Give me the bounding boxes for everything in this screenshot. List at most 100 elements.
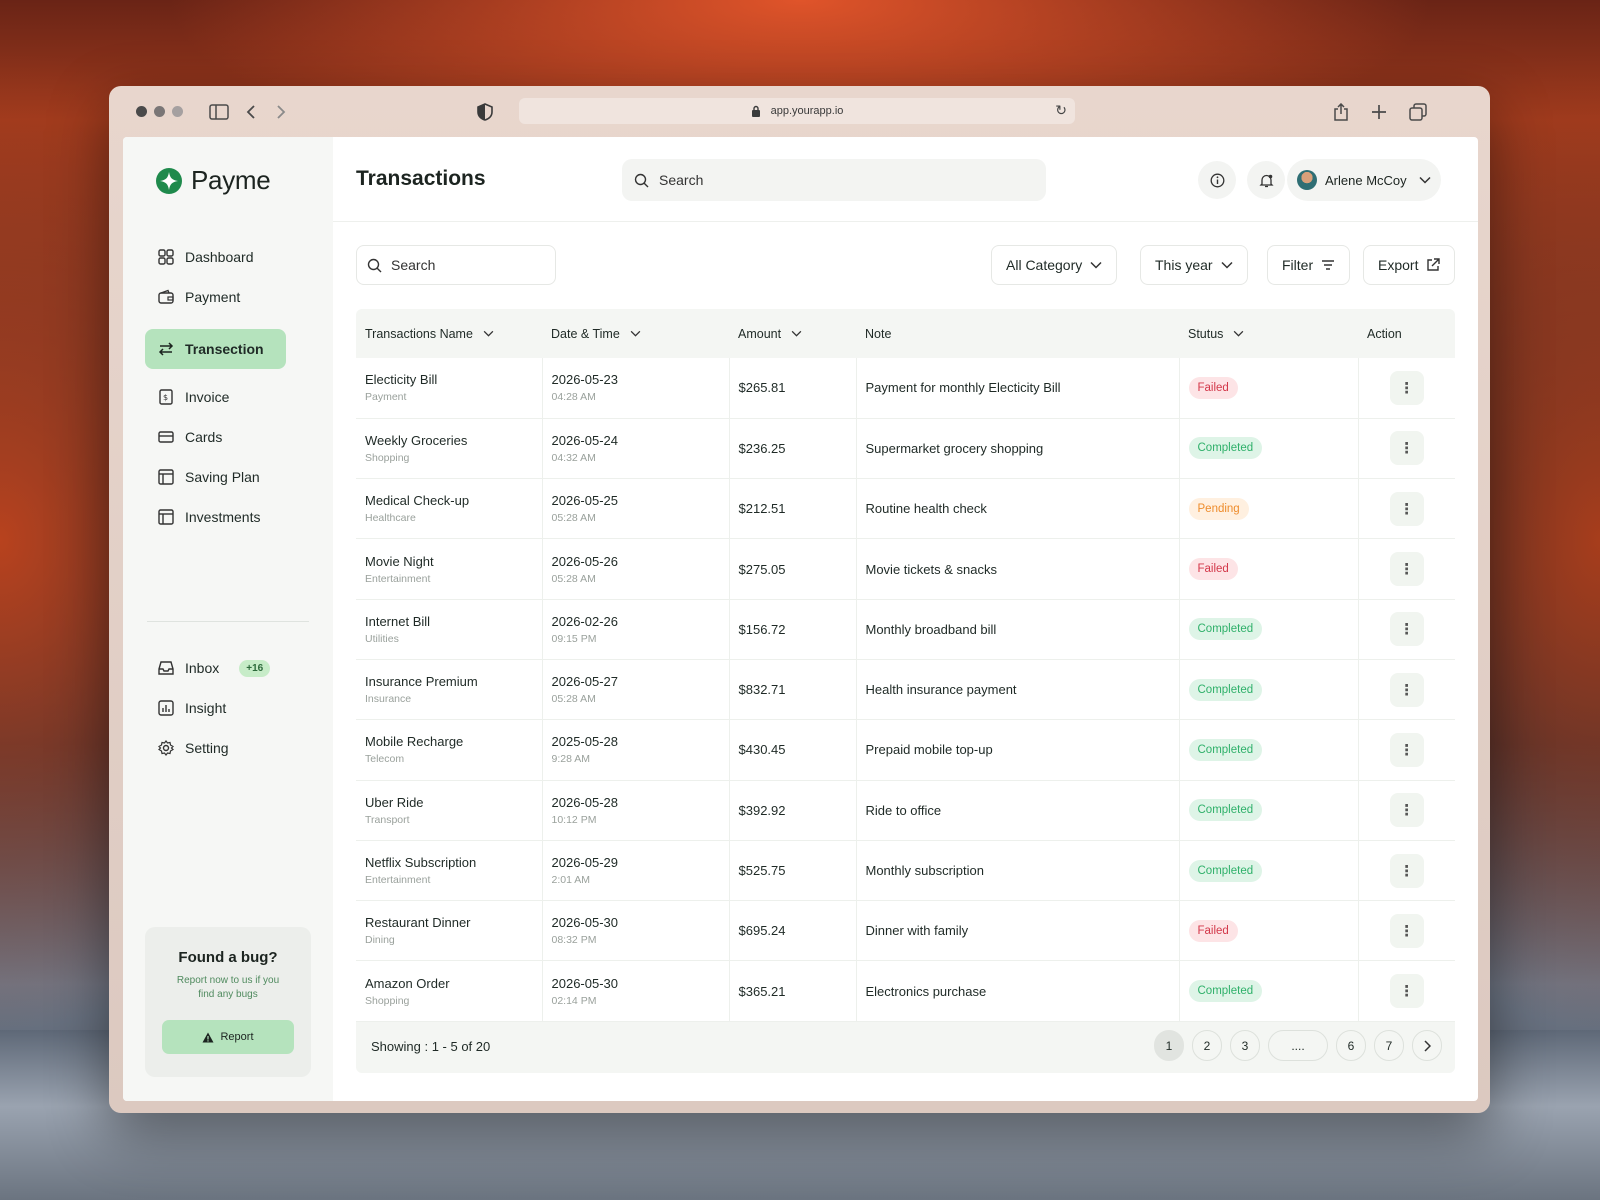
transaction-note: Supermarket grocery shopping xyxy=(865,440,1044,456)
user-menu[interactable]: Arlene McCoy xyxy=(1287,159,1441,201)
cell-transaction-name: Amazon Order Shopping xyxy=(356,960,543,1022)
status-badge: Failed xyxy=(1188,376,1238,399)
cell-transaction-name: Uber Ride Transport xyxy=(356,780,543,841)
sidebar-item-label: Transection xyxy=(185,341,264,357)
maximize-window-dot[interactable] xyxy=(172,106,183,117)
sidebar-item-cards[interactable]: Cards xyxy=(145,417,315,457)
info-button[interactable] xyxy=(1198,161,1236,199)
transaction-category: Utilities xyxy=(365,632,399,645)
arrows-swap-icon xyxy=(157,340,175,358)
table-header-row: Transactions Name Date & Time Amount Not… xyxy=(356,309,1455,358)
sidebar-item-saving-plan[interactable]: Saving Plan xyxy=(145,457,315,497)
more-actions-button[interactable]: ⋮ xyxy=(1389,732,1424,767)
page-button[interactable]: 1 xyxy=(1154,1030,1184,1061)
table-row[interactable]: Insurance Premium Insurance 2026-05-27 05:2… xyxy=(356,659,1455,721)
column-header-date[interactable]: Date & Time xyxy=(542,309,729,358)
table-row[interactable]: Mobile Recharge Telecom 2025-05-28 9:28 AM $… xyxy=(356,719,1455,781)
sidebar-item-dashboard[interactable]: Dashboard xyxy=(145,237,315,277)
export-label: Export xyxy=(1378,257,1419,273)
more-actions-button[interactable]: ⋮ xyxy=(1389,913,1424,948)
sidebar-item-insight[interactable]: Insight xyxy=(145,688,315,728)
table-row[interactable]: Movie Night Entertainment 2026-05-26 05:28 … xyxy=(356,538,1455,600)
sidebar-item-setting[interactable]: Setting xyxy=(145,728,315,768)
table-row[interactable]: Restaurant Dinner Dining 2026-05-30 08:32 P… xyxy=(356,900,1455,962)
cell-amount: $525.75 xyxy=(729,840,857,902)
table-row[interactable]: Uber Ride Transport 2026-05-28 10:12 PM $392… xyxy=(356,780,1455,841)
page-button[interactable]: 2 xyxy=(1192,1030,1222,1061)
sidebar-item-investments[interactable]: Investments xyxy=(145,497,315,537)
card-icon xyxy=(157,428,175,446)
more-actions-button[interactable]: ⋮ xyxy=(1389,431,1424,466)
sidebar-item-transection[interactable]: Transection xyxy=(145,329,286,369)
filter-button[interactable]: Filter xyxy=(1267,245,1351,285)
more-actions-button[interactable]: ⋮ xyxy=(1389,672,1424,707)
address-bar[interactable]: app.yourapp.io ↻ xyxy=(519,98,1075,124)
more-actions-button[interactable]: ⋮ xyxy=(1389,491,1424,526)
transaction-amount: $236.25 xyxy=(738,440,786,456)
report-button[interactable]: Report xyxy=(162,1020,294,1054)
cell-amount: $832.71 xyxy=(729,659,857,721)
page-button[interactable]: .... xyxy=(1268,1030,1328,1061)
more-actions-button[interactable]: ⋮ xyxy=(1389,552,1424,587)
category-dropdown[interactable]: All Category xyxy=(991,245,1118,285)
cell-action: ⋮ xyxy=(1358,719,1455,781)
cell-date-time: 2026-05-24 04:32 AM xyxy=(542,418,730,480)
more-actions-button[interactable]: ⋮ xyxy=(1389,793,1424,828)
cell-action: ⋮ xyxy=(1358,780,1455,841)
chevron-down-icon xyxy=(483,330,494,337)
more-actions-button[interactable]: ⋮ xyxy=(1389,370,1424,405)
shield-icon[interactable] xyxy=(473,100,497,124)
notifications-button[interactable] xyxy=(1247,161,1285,199)
sidebar-item-payment[interactable]: Payment xyxy=(145,277,315,317)
cell-date-time: 2026-02-26 09:15 PM xyxy=(542,599,730,660)
page-button[interactable]: 6 xyxy=(1336,1030,1366,1061)
cell-action: ⋮ xyxy=(1358,478,1455,540)
share-icon[interactable] xyxy=(1329,100,1353,124)
sidebar-item-label: Dashboard xyxy=(185,249,254,265)
forward-icon[interactable] xyxy=(269,100,293,124)
cell-action: ⋮ xyxy=(1358,960,1455,1022)
table-row[interactable]: Weekly Groceries Shopping 2026-05-24 04:32 … xyxy=(356,418,1455,480)
column-header-status[interactable]: Stutus xyxy=(1179,309,1358,358)
new-tab-icon[interactable] xyxy=(1367,100,1391,124)
sidebar-item-inbox[interactable]: Inbox +16 xyxy=(145,648,315,688)
close-window-dot[interactable] xyxy=(136,106,147,117)
more-actions-button[interactable]: ⋮ xyxy=(1389,853,1424,888)
export-button[interactable]: Export xyxy=(1363,245,1456,285)
more-actions-button[interactable]: ⋮ xyxy=(1389,612,1424,647)
transaction-date: 2026-05-24 xyxy=(551,432,619,448)
inbox-icon xyxy=(157,659,175,677)
table-row[interactable]: Netflix Subscription Entertainment 2026-05… xyxy=(356,840,1455,902)
tabs-overview-icon[interactable] xyxy=(1406,100,1430,124)
column-header-name[interactable]: Transactions Name xyxy=(356,309,542,358)
table-row[interactable]: Internet Bill Utilities 2026-02-26 09:15 PM… xyxy=(356,599,1455,660)
global-search-input[interactable]: Search xyxy=(622,159,1046,201)
table-row[interactable]: Amazon Order Shopping 2026-05-30 02:14 PM $3… xyxy=(356,960,1455,1022)
page-button[interactable]: 3 xyxy=(1230,1030,1260,1061)
transaction-date: 2026-05-27 xyxy=(551,674,619,690)
transaction-amount: $430.45 xyxy=(738,742,786,758)
transaction-name: Uber Ride xyxy=(365,794,424,810)
table-row[interactable]: Medical Check-up Healthcare 2026-05-25 05:2… xyxy=(356,478,1455,540)
table-search-input[interactable]: Search xyxy=(356,245,556,285)
page-button[interactable]: 7 xyxy=(1374,1030,1404,1061)
next-page-button[interactable] xyxy=(1412,1030,1442,1061)
more-actions-button[interactable]: ⋮ xyxy=(1389,974,1424,1009)
table-row[interactable]: Electicity Bill Payment 2026-05-23 04:28 AM… xyxy=(356,358,1455,419)
cell-note: Payment for monthly Electicity Bill xyxy=(856,358,1180,419)
column-header-note: Note xyxy=(856,309,1179,358)
reload-icon[interactable]: ↻ xyxy=(1055,102,1067,119)
minimize-window-dot[interactable] xyxy=(154,106,165,117)
column-header-amount[interactable]: Amount xyxy=(729,309,856,358)
cell-action: ⋮ xyxy=(1358,418,1455,480)
transaction-category: Insurance xyxy=(365,693,412,706)
cell-date-time: 2026-05-28 10:12 PM xyxy=(542,780,730,841)
app-name: Payme xyxy=(191,165,271,195)
period-dropdown[interactable]: This year xyxy=(1140,245,1248,285)
logo[interactable]: Payme xyxy=(155,165,271,196)
sidebar-item-invoice[interactable]: $ Invoice xyxy=(145,377,315,417)
back-icon[interactable] xyxy=(239,100,263,124)
transaction-name: Mobile Recharge xyxy=(365,734,464,750)
transaction-name: Insurance Premium xyxy=(365,674,478,690)
sidebar-toggle-icon[interactable] xyxy=(207,100,231,124)
